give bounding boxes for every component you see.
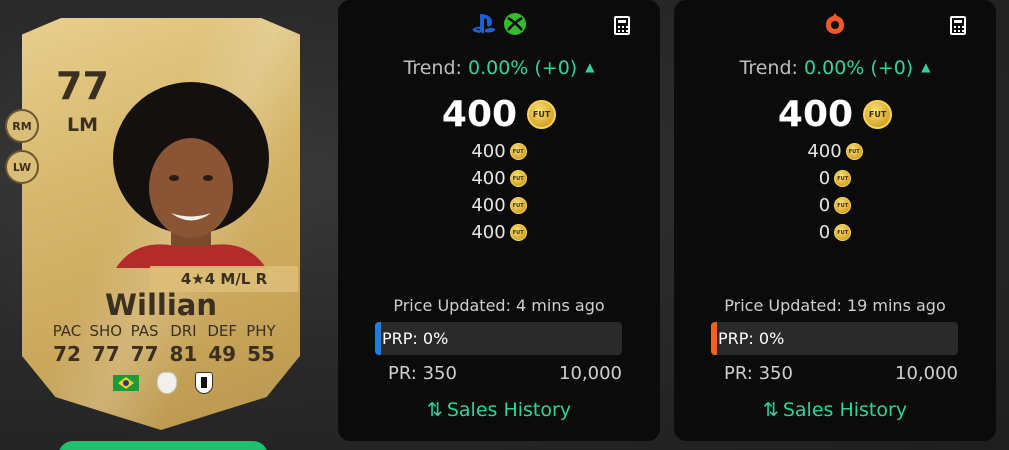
price-value: 0	[818, 168, 831, 189]
sales-history-label: Sales History	[446, 399, 572, 421]
stat-value: 77	[130, 342, 159, 366]
fulham-crest-icon	[195, 372, 213, 394]
list-item: 400 FUT	[471, 222, 527, 243]
xbox-icon	[504, 13, 526, 35]
stat-value: 49	[208, 342, 237, 366]
prp-progress-bar: PRP: 0%	[711, 322, 958, 355]
sort-arrows-icon: ⇅	[426, 399, 443, 421]
price-value: 0	[818, 222, 831, 243]
stat-label: PHY	[246, 322, 276, 340]
list-item: 400 FUT	[471, 168, 527, 189]
coin-icon: FUT	[834, 170, 852, 187]
list-item: 400 FUT	[807, 141, 863, 162]
calculator-icon[interactable]	[950, 16, 966, 35]
coin-icon: FUT	[834, 197, 852, 214]
stat-label: DEF	[207, 322, 238, 340]
coin-icon: FUT	[527, 100, 557, 129]
price-range: PR: 350 10,000	[388, 363, 622, 384]
prp-fill	[711, 322, 717, 355]
stat-label: PAS	[130, 322, 159, 340]
sales-history-link[interactable]: ⇅ Sales History	[338, 399, 660, 421]
alt-position-lw: LW	[5, 150, 39, 184]
calculator-icon[interactable]	[614, 16, 630, 35]
trend: Trend: 0.00% (+0) ▲	[338, 57, 660, 79]
sales-history-link[interactable]: ⇅ Sales History	[674, 399, 996, 421]
coin-icon: FUT	[863, 100, 893, 129]
coin-icon: FUT	[509, 170, 527, 187]
price-list: 400 FUT 0 FUT 0 FUT 0 FUT	[674, 141, 996, 243]
price-updated: Price Updated: 19 mins ago	[724, 296, 946, 315]
main-price: 400 FUT	[674, 94, 996, 135]
stat-value: 55	[247, 342, 275, 366]
main-price: 400 FUT	[338, 94, 660, 135]
console-price-panel: Trend: 0.00% (+0) ▲ 400 FUT 400 FUT 400 F…	[338, 0, 660, 441]
prp-progress-bar: PRP: 0%	[375, 322, 622, 355]
main-price-value: 400	[441, 94, 518, 135]
prp-label: PRP: 0%	[382, 329, 449, 348]
stat-dri: DRI 81	[164, 322, 202, 366]
stat-def: DEF 49	[203, 322, 241, 366]
trend-value: 0.00% (+0)	[803, 57, 914, 79]
sort-arrows-icon: ⇅	[762, 399, 779, 421]
platform-icons	[674, 12, 996, 36]
coin-icon: FUT	[509, 197, 527, 214]
origin-icon	[826, 13, 844, 34]
trend: Trend: 0.00% (+0) ▲	[674, 57, 996, 79]
player-photo	[113, 82, 269, 268]
price-value: 400	[471, 141, 506, 162]
price-range-max: 10,000	[559, 363, 622, 384]
list-item: 0 FUT	[818, 222, 852, 243]
platform-icons	[338, 12, 660, 36]
trend-label: Trend:	[739, 57, 798, 79]
price-value: 400	[807, 141, 842, 162]
stat-pas: PAS 77	[126, 322, 164, 366]
player-name: Willian	[105, 288, 217, 322]
player-badges	[113, 372, 213, 394]
prp-fill	[375, 322, 381, 355]
coin-icon: FUT	[509, 143, 527, 160]
card-action-button[interactable]	[58, 441, 268, 450]
playstation-icon	[472, 14, 496, 34]
list-item: 400 FUT	[471, 195, 527, 216]
price-range-max: 10,000	[895, 363, 958, 384]
list-item: 0 FUT	[818, 168, 852, 189]
stat-value: 81	[169, 342, 198, 366]
player-card-area: 77 LM RM LW 4★4 M/L R Willian PAC 72 SHO…	[0, 0, 320, 450]
stat-label: SHO	[89, 322, 123, 340]
alt-position-rm: RM	[5, 109, 39, 143]
list-item: 400 FUT	[471, 141, 527, 162]
price-value: 400	[471, 195, 506, 216]
stat-sho: SHO 77	[87, 322, 125, 366]
stat-phy: PHY 55	[242, 322, 280, 366]
price-range: PR: 350 10,000	[724, 363, 958, 384]
price-value: 400	[471, 168, 506, 189]
price-range-min: PR: 350	[724, 363, 793, 384]
main-price-value: 400	[777, 94, 854, 135]
trend-up-icon: ▲	[921, 60, 931, 74]
prp-label: PRP: 0%	[718, 329, 785, 348]
stat-pac: PAC 72	[48, 322, 86, 366]
premier-league-icon	[157, 372, 177, 394]
price-value: 400	[471, 222, 506, 243]
stat-value: 77	[91, 342, 120, 366]
price-range-min: PR: 350	[388, 363, 457, 384]
coin-icon: FUT	[834, 224, 852, 241]
sales-history-label: Sales History	[782, 399, 908, 421]
trend-value: 0.00% (+0)	[467, 57, 578, 79]
price-list: 400 FUT 400 FUT 400 FUT 400 FUT	[338, 141, 660, 243]
coin-icon: FUT	[509, 224, 527, 241]
brazil-flag-icon	[113, 375, 139, 391]
coin-icon: FUT	[845, 143, 863, 160]
trend-up-icon: ▲	[585, 60, 595, 74]
trend-label: Trend:	[403, 57, 462, 79]
list-item: 0 FUT	[818, 195, 852, 216]
stat-value: 72	[53, 342, 81, 366]
player-position: LM	[67, 114, 99, 136]
player-stats: PAC 72 SHO 77 PAS 77 DRI 81 DEF 49 PHY 5…	[48, 322, 280, 366]
pc-price-panel: Trend: 0.00% (+0) ▲ 400 FUT 400 FUT 0 FUT…	[674, 0, 996, 441]
price-value: 0	[818, 195, 831, 216]
price-updated: Price Updated: 4 mins ago	[393, 296, 605, 315]
stat-label: PAC	[52, 322, 82, 340]
stat-label: DRI	[170, 322, 197, 340]
